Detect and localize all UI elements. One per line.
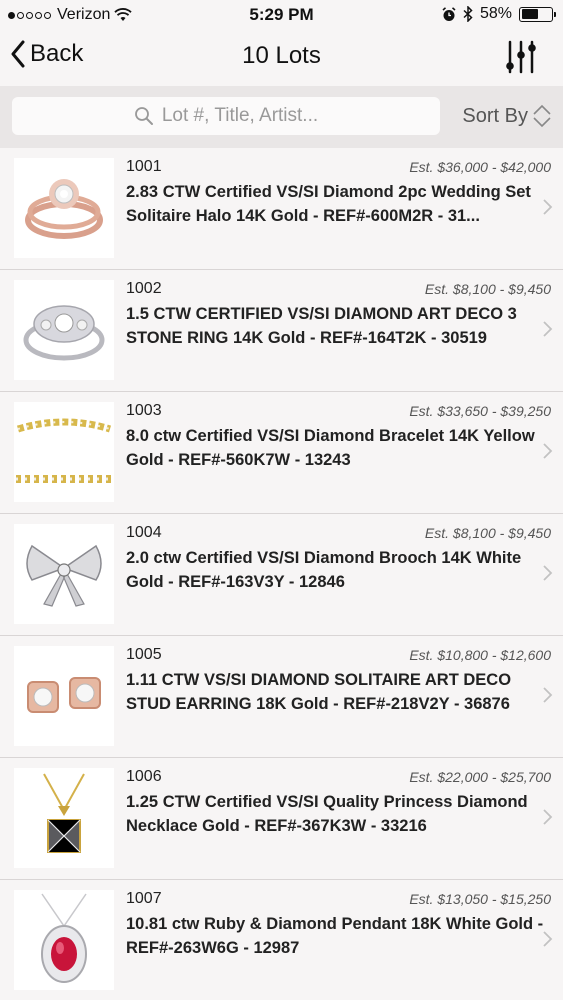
bluetooth-icon [463,6,473,22]
ring-set-image-icon [25,179,103,239]
chevron-right-icon [543,565,553,581]
lot-title: 2.83 CTW Certified VS/SI Diamond 2pc Wed… [126,183,531,225]
search-input[interactable]: Lot #, Title, Artist... [12,97,440,135]
lot-number: 1007 [126,890,162,907]
lot-row[interactable]: 1002 Est. $8,100 - $9,450 1.5 CTW CERTIF… [0,270,563,392]
lot-list: 1001 Est. $36,000 - $42,000 2.83 CTW Cer… [0,148,563,1000]
navigation-bar: Back 10 Lots [0,30,563,86]
lot-row[interactable]: 1003 Est. $33,650 - $39,250 8.0 ctw Cert… [0,392,563,514]
lot-estimate: Est. $22,000 - $25,700 [409,769,551,785]
chevron-right-icon [543,321,553,337]
lot-number: 1004 [126,524,162,541]
chevron-right-icon [543,199,553,215]
lot-row[interactable]: 1006 Est. $22,000 - $25,700 1.25 CTW Cer… [0,758,563,880]
lot-estimate: Est. $33,650 - $39,250 [409,403,551,419]
search-bar-row: Lot #, Title, Artist... Sort By [0,86,563,148]
status-bar: Verizon 5:29 PM 58% [0,0,563,30]
lot-title: 10.81 ctw Ruby & Diamond Pendant 18K Whi… [126,915,544,957]
stud-earrings-image-icon [27,677,101,713]
lot-estimate: Est. $13,050 - $15,250 [409,891,551,907]
alarm-icon [442,6,456,21]
search-icon [134,107,153,125]
bracelet-image-icon [16,418,112,483]
filter-sliders-icon[interactable] [503,38,539,76]
lot-row[interactable]: 1004 Est. $8,100 - $9,450 2.0 ctw Certif… [0,514,563,636]
lot-number: 1001 [126,158,162,175]
lot-estimate: Est. $36,000 - $42,000 [409,159,551,175]
lot-number: 1002 [126,280,162,297]
art-deco-ring-image-icon [23,305,105,361]
chevron-right-icon [543,809,553,825]
lot-thumbnail [14,524,114,624]
lot-number: 1003 [126,402,162,419]
lot-number: 1006 [126,768,162,785]
lot-title: 1.5 CTW CERTIFIED VS/SI DIAMOND ART DECO… [126,305,517,347]
lot-title: 8.0 ctw Certified VS/SI Diamond Bracelet… [126,427,535,469]
battery-icon [519,6,556,22]
lot-thumbnail [14,890,114,990]
lot-thumbnail [14,158,114,258]
ruby-pendant-image-icon [41,893,87,983]
lot-estimate: Est. $8,100 - $9,450 [424,525,551,541]
lot-estimate: Est. $8,100 - $9,450 [424,281,551,297]
lot-title: 1.11 CTW VS/SI DIAMOND SOLITAIRE ART DEC… [126,671,512,713]
lot-title: 2.0 ctw Certified VS/SI Diamond Brooch 1… [126,549,522,591]
necklace-image-icon [43,773,85,853]
lot-thumbnail [14,646,114,746]
lot-estimate: Est. $10,800 - $12,600 [409,647,551,663]
lot-row[interactable]: 1005 Est. $10,800 - $12,600 1.11 CTW VS/… [0,636,563,758]
chevron-right-icon [543,931,553,947]
status-right: 58% [442,5,556,23]
page-title: 10 Lots [242,42,321,69]
chevron-right-icon [543,687,553,703]
search-placeholder: Lot #, Title, Artist... [161,105,319,126]
bow-brooch-image-icon [26,544,102,607]
lot-row[interactable]: 1001 Est. $36,000 - $42,000 2.83 CTW Cer… [0,148,563,270]
sort-by-button[interactable]: Sort By [462,103,553,129]
battery-percent: 58% [479,5,512,22]
lot-thumbnail [14,402,114,502]
lot-number: 1005 [126,646,162,663]
lot-row[interactable]: 1007 Est. $13,050 - $15,250 10.81 ctw Ru… [0,880,563,1000]
sort-chevrons-icon [533,104,551,128]
lot-title: 1.25 CTW Certified VS/SI Quality Princes… [126,793,528,835]
chevron-right-icon [543,443,553,459]
lot-thumbnail [14,280,114,380]
lot-thumbnail [14,768,114,868]
sort-by-label: Sort By [462,104,528,127]
